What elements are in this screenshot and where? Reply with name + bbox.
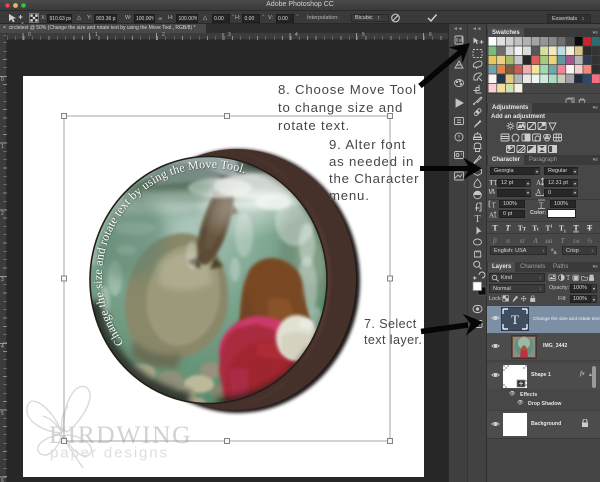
svg-text:T: T [561, 237, 566, 245]
svg-text:paper designs: paper designs [50, 445, 169, 462]
svg-text:A: A [536, 179, 541, 187]
svg-text:T1: T1 [546, 223, 553, 232]
svg-text:st: st [520, 237, 526, 245]
svg-text:Tt: Tt [532, 224, 539, 232]
svg-text:T: T [587, 223, 593, 232]
svg-text:T: T [566, 275, 571, 282]
svg-text:½: ½ [587, 237, 593, 245]
svg-text:T: T [474, 214, 480, 225]
svg-text:VA: VA [488, 188, 496, 196]
svg-text:aa: aa [546, 237, 554, 245]
svg-text:T: T [492, 223, 498, 232]
svg-text:σ: σ [506, 237, 510, 245]
svg-text:fi: fi [493, 237, 497, 245]
svg-text:A: A [489, 212, 494, 220]
svg-text:T1: T1 [559, 224, 566, 233]
svg-text:T: T [511, 312, 519, 327]
svg-text:TT: TT [518, 224, 527, 232]
svg-text:T: T [506, 223, 512, 232]
svg-text:A: A [532, 237, 538, 245]
svg-text:1st: 1st [572, 239, 579, 245]
svg-text:T: T [573, 223, 579, 232]
svg-text:A: A [536, 188, 541, 196]
svg-text:T: T [492, 202, 497, 210]
